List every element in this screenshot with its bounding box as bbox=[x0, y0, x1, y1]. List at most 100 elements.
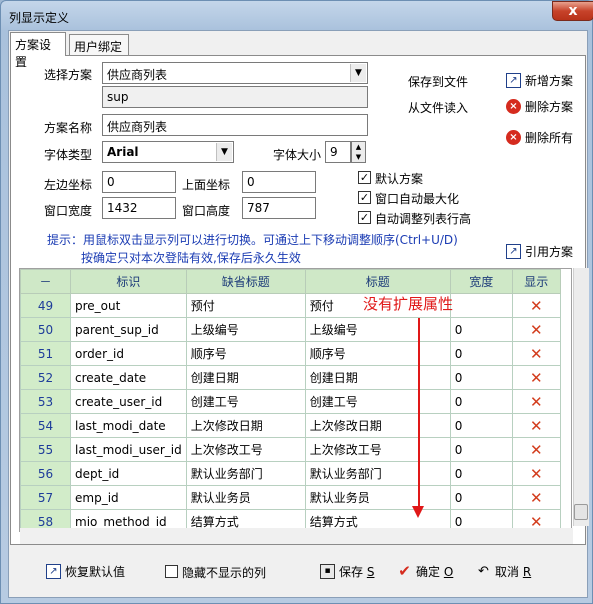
auto-row-height-label: 自动调整列表行高 bbox=[375, 212, 472, 226]
hide-hidden-columns-label: 隐藏不显示的列 bbox=[182, 566, 267, 580]
delete-all-button[interactable]: × 删除所有 bbox=[506, 129, 573, 146]
columns-table: － 标识 缺省标题 标题 宽度 显示 49 pre_out 预付 预付 ✕ 50 paren… bbox=[20, 269, 561, 531]
show-toggle-icon[interactable]: ✕ bbox=[511, 413, 561, 438]
columns-grid[interactable]: － 标识 缺省标题 标题 宽度 显示 49 pre_out 预付 预付 ✕ 50 paren… bbox=[19, 268, 572, 532]
table-row[interactable]: 50 parent_sup_id 上级编号 上级编号 0 ✕ bbox=[20, 317, 561, 342]
new-scheme-label: 新增方案 bbox=[525, 74, 574, 88]
auto-maximize-checkbox[interactable]: ✓ bbox=[358, 191, 371, 204]
cell-width[interactable]: 0 bbox=[449, 461, 513, 486]
cell-width[interactable]: 0 bbox=[449, 341, 513, 366]
row-number: 52 bbox=[20, 365, 71, 390]
scheme-name-input[interactable]: 供应商列表 bbox=[102, 114, 368, 136]
header-corner[interactable]: － bbox=[20, 269, 71, 294]
hide-hidden-columns-checkbox[interactable] bbox=[165, 565, 178, 578]
table-row[interactable]: 57 emp_id 默认业务员 默认业务员 0 ✕ bbox=[20, 485, 561, 510]
chevron-down-icon[interactable]: ▼ bbox=[216, 143, 232, 161]
chevron-down-icon[interactable]: ▼ bbox=[350, 64, 366, 82]
font-size-spinner[interactable]: ▲ ▼ bbox=[351, 141, 366, 163]
cell-width[interactable]: 0 bbox=[449, 413, 513, 438]
delete-icon: × bbox=[506, 130, 521, 145]
cell-width[interactable]: 0 bbox=[449, 389, 513, 414]
cell-id: dept_id bbox=[70, 461, 187, 486]
cell-default-title: 上次修改日期 bbox=[185, 413, 306, 438]
header-title[interactable]: 标题 bbox=[304, 269, 451, 294]
ok-button[interactable]: ✔ 确定 O bbox=[397, 563, 453, 580]
cell-title[interactable]: 上次修改工号 bbox=[304, 437, 451, 462]
cancel-label: 取消 bbox=[495, 565, 520, 579]
table-row[interactable]: 53 create_user_id 创建工号 创建工号 0 ✕ bbox=[20, 389, 561, 414]
show-toggle-icon[interactable]: ✕ bbox=[511, 461, 561, 486]
delete-icon: × bbox=[506, 99, 521, 114]
table-row[interactable]: 52 create_date 创建日期 创建日期 0 ✕ bbox=[20, 365, 561, 390]
cell-default-title: 上次修改工号 bbox=[185, 437, 306, 462]
cell-title[interactable]: 创建工号 bbox=[304, 389, 451, 414]
read-from-file-link[interactable]: 从文件读入 bbox=[408, 99, 468, 116]
vertical-scrollbar[interactable] bbox=[573, 268, 589, 526]
restore-defaults-button[interactable]: ↗ 恢复默认值 bbox=[46, 563, 125, 580]
header-id[interactable]: 标识 bbox=[70, 269, 187, 294]
cell-title[interactable]: 创建日期 bbox=[304, 365, 451, 390]
new-document-icon: ↗ bbox=[506, 73, 521, 88]
auto-row-height-checkbox[interactable]: ✓ bbox=[358, 211, 371, 224]
save-to-file-link[interactable]: 保存到文件 bbox=[408, 73, 468, 90]
tab-user-binding[interactable]: 用户绑定 bbox=[69, 34, 129, 56]
table-row[interactable]: 51 order_id 顺序号 顺序号 0 ✕ bbox=[20, 341, 561, 366]
font-type-select[interactable]: Arial ▼ bbox=[102, 141, 234, 163]
header-show[interactable]: 显示 bbox=[511, 269, 561, 294]
cell-width[interactable]: 0 bbox=[449, 485, 513, 510]
tab-scheme-settings[interactable]: 方案设置 bbox=[10, 32, 66, 69]
font-size-label: 字体大小 bbox=[273, 148, 322, 162]
window-width-input[interactable]: 1432 bbox=[102, 197, 176, 219]
cell-width[interactable] bbox=[449, 293, 513, 318]
font-type-value: Arial bbox=[107, 145, 139, 159]
cell-title[interactable]: 上次修改日期 bbox=[304, 413, 451, 438]
row-number: 53 bbox=[20, 389, 71, 414]
top-coord-input[interactable]: 0 bbox=[242, 171, 316, 193]
save-button[interactable]: ▪ 保存 S bbox=[320, 563, 374, 580]
horizontal-scrollbar[interactable] bbox=[20, 528, 573, 544]
cite-scheme-button[interactable]: ↗ 引用方案 bbox=[506, 243, 573, 260]
cell-width[interactable]: 0 bbox=[449, 317, 513, 342]
show-toggle-icon[interactable]: ✕ bbox=[511, 365, 561, 390]
cell-id: emp_id bbox=[70, 485, 187, 510]
cell-title[interactable]: 默认业务员 bbox=[304, 485, 451, 510]
row-number: 55 bbox=[20, 437, 71, 462]
table-row[interactable]: 56 dept_id 默认业务部门 默认业务部门 0 ✕ bbox=[20, 461, 561, 486]
default-scheme-checkbox[interactable]: ✓ bbox=[358, 171, 371, 184]
checkmark-icon: ✔ bbox=[398, 562, 411, 580]
delete-scheme-button[interactable]: × 删除方案 bbox=[506, 98, 573, 115]
cell-title[interactable]: 默认业务部门 bbox=[304, 461, 451, 486]
show-toggle-icon[interactable]: ✕ bbox=[511, 437, 561, 462]
window-height-input[interactable]: 787 bbox=[242, 197, 316, 219]
scrollbar-thumb[interactable] bbox=[574, 504, 588, 520]
hint-line-2: 按确定只对本次登陆有效,保存后永久生效 bbox=[81, 251, 301, 265]
left-coord-input[interactable]: 0 bbox=[102, 171, 176, 193]
new-scheme-button[interactable]: ↗ 新增方案 bbox=[506, 72, 573, 89]
close-button[interactable]: x bbox=[552, 1, 593, 21]
cell-default-title: 上级编号 bbox=[185, 317, 306, 342]
header-default-title[interactable]: 缺省标题 bbox=[185, 269, 306, 294]
cell-default-title: 创建日期 bbox=[185, 365, 306, 390]
cancel-button[interactable]: ↶ 取消 R bbox=[476, 563, 531, 580]
table-row[interactable]: 49 pre_out 预付 预付 ✕ bbox=[20, 293, 561, 318]
table-row[interactable]: 55 last_modi_user_id 上次修改工号 上次修改工号 0 ✕ bbox=[20, 437, 561, 462]
cell-id: last_modi_date bbox=[70, 413, 187, 438]
show-toggle-icon[interactable]: ✕ bbox=[511, 341, 561, 366]
cell-title[interactable]: 顺序号 bbox=[304, 341, 451, 366]
show-toggle-icon[interactable]: ✕ bbox=[511, 389, 561, 414]
ok-shortcut: O bbox=[443, 564, 454, 579]
hint-line-1: 提示：用鼠标双击显示列可以进行切换。可通过上下移动调整顺序(Ctrl+U/D) bbox=[47, 233, 458, 247]
cell-width[interactable]: 0 bbox=[449, 437, 513, 462]
cell-width[interactable]: 0 bbox=[449, 365, 513, 390]
header-width[interactable]: 宽度 bbox=[449, 269, 513, 294]
auto-maximize-label: 窗口自动最大化 bbox=[375, 192, 460, 206]
cell-title[interactable]: 上级编号 bbox=[304, 317, 451, 342]
scheme-code-field: sup bbox=[102, 86, 368, 108]
delete-all-label: 删除所有 bbox=[525, 131, 574, 145]
scheme-select[interactable]: 供应商列表 ▼ bbox=[102, 62, 368, 84]
table-row[interactable]: 54 last_modi_date 上次修改日期 上次修改日期 0 ✕ bbox=[20, 413, 561, 438]
show-toggle-icon[interactable]: ✕ bbox=[511, 485, 561, 510]
show-toggle-icon[interactable]: ✕ bbox=[511, 317, 561, 342]
font-size-input[interactable]: 9 bbox=[325, 141, 351, 163]
show-toggle-icon[interactable]: ✕ bbox=[511, 293, 561, 318]
